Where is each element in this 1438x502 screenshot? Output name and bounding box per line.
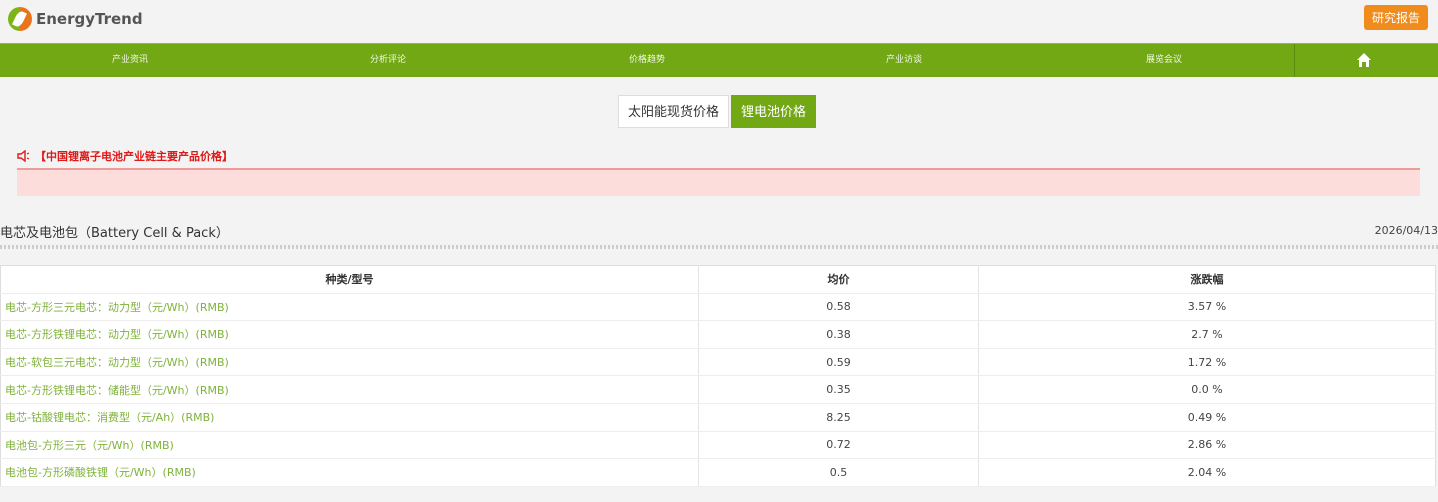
section-divider [0, 245, 1438, 249]
table-row: 电芯-软包三元电芯：动力型（元/Wh）(RMB) 0.59 1.72 % [0, 348, 1436, 377]
avg-price: 0.58 [698, 293, 979, 322]
nav-item-analysis[interactable]: 分析评论 [370, 44, 406, 77]
avg-price: 0.38 [698, 320, 979, 349]
research-report-button[interactable]: 研究报告 [1364, 5, 1428, 30]
price-tabs: 太阳能现货价格 锂电池价格 [618, 95, 817, 128]
price-change: 0.49 % [978, 403, 1436, 432]
price-change: 3.57 % [978, 293, 1436, 322]
nav-item-price-trends[interactable]: 价格趋势 [629, 44, 665, 77]
product-name-link[interactable]: 电芯-方形三元电芯：动力型（元/Wh）(RMB) [0, 293, 699, 322]
avg-price: 8.25 [698, 403, 979, 432]
price-change: 0.0 % [978, 375, 1436, 404]
nav-divider [1294, 44, 1295, 77]
notice-title: 【中国锂离子电池产业链主要产品价格】 [35, 150, 233, 163]
table-row: 电池包-方形磷酸铁锂（元/Wh）(RMB) 0.5 2.04 % [0, 458, 1436, 487]
nav-item-interviews[interactable]: 产业访谈 [886, 44, 922, 77]
section-title: 电芯及电池包（Battery Cell & Pack） [0, 226, 229, 241]
home-icon[interactable] [1356, 52, 1372, 68]
product-name-link[interactable]: 电芯-方形铁锂电芯：储能型（元/Wh）(RMB) [0, 375, 699, 404]
tab-lithium-battery-price[interactable]: 锂电池价格 [731, 95, 817, 128]
avg-price: 0.72 [698, 431, 979, 460]
table-row: 电芯-方形三元电芯：动力型（元/Wh）(RMB) 0.58 3.57 % [0, 293, 1436, 322]
logo-text: EnergyTrend [36, 10, 143, 28]
product-name-link[interactable]: 电池包-方形磷酸铁锂（元/Wh）(RMB) [0, 458, 699, 487]
avg-price: 0.35 [698, 375, 979, 404]
price-change: 1.72 % [978, 348, 1436, 377]
table-row: 电芯-方形铁锂电芯：动力型（元/Wh）(RMB) 0.38 2.7 % [0, 320, 1436, 349]
speaker-icon [17, 150, 30, 162]
tab-solar-spot-price[interactable]: 太阳能现货价格 [618, 95, 730, 128]
section-date: 2026/04/13 [1374, 224, 1438, 237]
product-name-link[interactable]: 电芯-方形铁锂电芯：动力型（元/Wh）(RMB) [0, 320, 699, 349]
nav-item-exhibitions[interactable]: 展览会议 [1146, 44, 1182, 77]
table-row: 电池包-方形三元（元/Wh）(RMB) 0.72 2.86 % [0, 431, 1436, 460]
notice-bar [17, 168, 1420, 196]
main-nav: 产业资讯 分析评论 价格趋势 产业访谈 展览会议 [0, 43, 1438, 77]
table-header-row: 种类/型号 均价 涨跌幅 [0, 265, 1436, 294]
notice-heading: 【中国锂离子电池产业链主要产品价格】 [17, 148, 233, 164]
header-avg-price: 均价 [698, 265, 979, 294]
price-table: 种类/型号 均价 涨跌幅 电芯-方形三元电芯：动力型（元/Wh）(RMB) 0.5… [0, 265, 1436, 487]
avg-price: 0.5 [698, 458, 979, 487]
logo[interactable]: EnergyTrend [8, 7, 143, 31]
price-change: 2.86 % [978, 431, 1436, 460]
table-row: 电芯-方形铁锂电芯：储能型（元/Wh）(RMB) 0.35 0.0 % [0, 375, 1436, 404]
price-change: 2.7 % [978, 320, 1436, 349]
table-row: 电芯-钴酸锂电芯：消费型（元/Ah）(RMB) 8.25 0.49 % [0, 403, 1436, 432]
product-name-link[interactable]: 电芯-钴酸锂电芯：消费型（元/Ah）(RMB) [0, 403, 699, 432]
price-change: 2.04 % [978, 458, 1436, 487]
header-type: 种类/型号 [0, 265, 699, 294]
avg-price: 0.59 [698, 348, 979, 377]
product-name-link[interactable]: 电芯-软包三元电芯：动力型（元/Wh）(RMB) [0, 348, 699, 377]
header-change: 涨跌幅 [978, 265, 1436, 294]
nav-item-industry-news[interactable]: 产业资讯 [112, 44, 148, 77]
product-name-link[interactable]: 电池包-方形三元（元/Wh）(RMB) [0, 431, 699, 460]
logo-leaf-icon [8, 7, 32, 31]
